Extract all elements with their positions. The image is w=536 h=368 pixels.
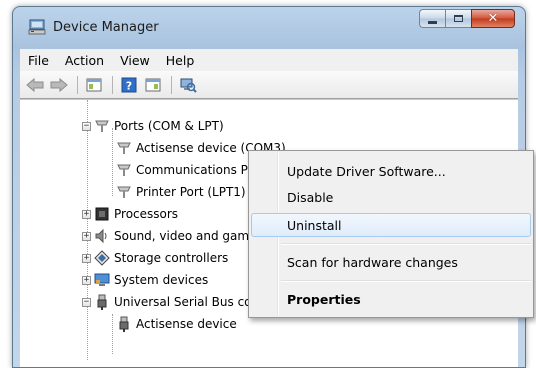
device-manager-app-icon	[28, 19, 46, 35]
tree-connector	[112, 128, 113, 196]
tree-node-processors[interactable]: + Processors	[82, 204, 178, 224]
tree-node-system-devices[interactable]: + System devices	[82, 270, 208, 290]
svg-text:?: ?	[126, 79, 132, 92]
tree-node-ports[interactable]: − Ports (COM & LPT)	[82, 116, 224, 136]
maximize-button[interactable]	[445, 9, 471, 28]
collapse-toggle[interactable]: −	[82, 121, 91, 131]
toolbar-separator	[171, 75, 172, 94]
close-button[interactable]: ✕	[471, 9, 515, 28]
port-icon	[116, 162, 132, 178]
close-icon: ✕	[487, 11, 499, 26]
properties-icon	[145, 78, 161, 91]
port-icon	[116, 184, 132, 200]
tree-connector	[112, 314, 113, 354]
scan-hardware-icon	[180, 78, 197, 93]
menu-item-scan-hardware[interactable]: Scan for hardware changes	[251, 250, 531, 274]
toolbar-separator	[77, 75, 78, 94]
console-tree-icon	[86, 78, 102, 91]
back-icon	[26, 77, 44, 92]
forward-button[interactable]	[48, 75, 70, 95]
back-button[interactable]	[24, 75, 46, 95]
menu-item-properties[interactable]: Properties	[251, 287, 531, 311]
caption-buttons: ✕	[419, 9, 515, 29]
menu-item-disable[interactable]: Disable	[251, 185, 531, 209]
tree-node-storage[interactable]: + Storage controllers	[82, 248, 228, 268]
toolbar-separator	[112, 75, 113, 94]
forward-icon	[50, 77, 68, 92]
expand-toggle[interactable]: +	[82, 231, 91, 241]
usb-icon	[94, 294, 110, 310]
minimize-button[interactable]	[419, 9, 445, 28]
system-icon	[94, 272, 110, 288]
tree-node-label: Actisense device	[136, 317, 237, 331]
expand-toggle[interactable]: +	[82, 253, 91, 263]
usb-icon	[116, 316, 132, 332]
menu-help[interactable]: Help	[158, 53, 203, 68]
menu-file[interactable]: File	[20, 53, 57, 68]
menu-separator	[281, 280, 531, 282]
tree-node-label: Printer Port (LPT1)	[136, 185, 246, 199]
toolbar: ?	[20, 71, 518, 99]
expand-toggle[interactable]: +	[82, 209, 91, 219]
tree-node-label: Storage controllers	[114, 251, 229, 265]
context-menu: Update Driver Software... Disable Uninst…	[248, 150, 534, 318]
tree-node-label: System devices	[114, 273, 209, 287]
port-icon	[94, 118, 110, 134]
expand-toggle[interactable]: +	[82, 275, 91, 285]
processor-icon	[94, 206, 110, 222]
help-button[interactable]: ?	[118, 75, 140, 95]
storage-icon	[94, 250, 110, 266]
port-icon	[116, 140, 132, 156]
menu-action[interactable]: Action	[57, 53, 112, 68]
minimize-icon	[428, 20, 437, 24]
title-bar[interactable]: Device Manager ✕	[13, 7, 525, 43]
menu-item-uninstall[interactable]: Uninstall	[251, 213, 531, 237]
tree-node-label: Ports (COM & LPT)	[114, 119, 224, 133]
menu-view[interactable]: View	[112, 53, 158, 68]
sound-icon	[94, 228, 110, 244]
collapse-toggle[interactable]: −	[82, 297, 91, 307]
tree-node-printer-port[interactable]: Printer Port (LPT1)	[116, 182, 246, 202]
properties-button[interactable]	[142, 75, 164, 95]
window-title: Device Manager	[53, 20, 159, 35]
maximize-icon	[454, 15, 463, 22]
tree-node-label: Processors	[114, 207, 179, 221]
scan-hardware-button[interactable]	[177, 75, 199, 95]
menu-bar: File Action View Help	[20, 49, 518, 72]
console-tree-button[interactable]	[83, 75, 105, 95]
menu-separator	[281, 243, 531, 245]
help-icon: ?	[121, 77, 137, 92]
menu-item-update-driver[interactable]: Update Driver Software...	[251, 159, 531, 183]
tree-node-actisense-usb[interactable]: Actisense device	[116, 314, 237, 334]
